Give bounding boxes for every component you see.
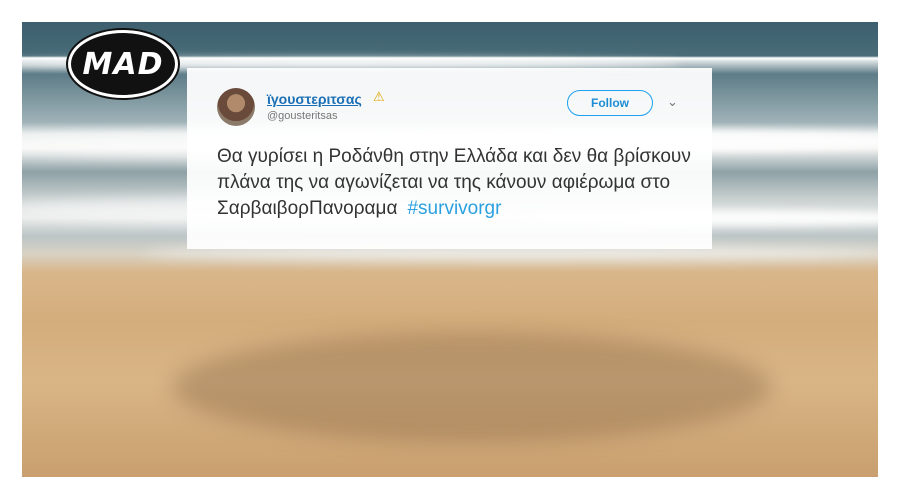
- warning-icon: ⚠: [373, 89, 385, 104]
- embedded-tweet-card: ϊγουστεριτσας ⚠ @gousteritsas Follow ⌄ Θ…: [187, 68, 712, 249]
- follow-button[interactable]: Follow: [567, 90, 653, 116]
- logo-text: MAD: [82, 46, 164, 82]
- tweet-text: Θα γυρίσει η Ροδάνθη στην Ελλάδα και δεν…: [217, 144, 697, 222]
- tweet-handle: @gousteritsas: [267, 110, 338, 122]
- hashtag-link[interactable]: #survivorgr: [407, 198, 501, 219]
- mad-logo: MAD: [68, 30, 178, 98]
- chevron-down-icon[interactable]: ⌄: [667, 94, 678, 110]
- tweet-display-name[interactable]: ϊγουστεριτσας: [267, 91, 362, 107]
- avatar[interactable]: [217, 88, 255, 126]
